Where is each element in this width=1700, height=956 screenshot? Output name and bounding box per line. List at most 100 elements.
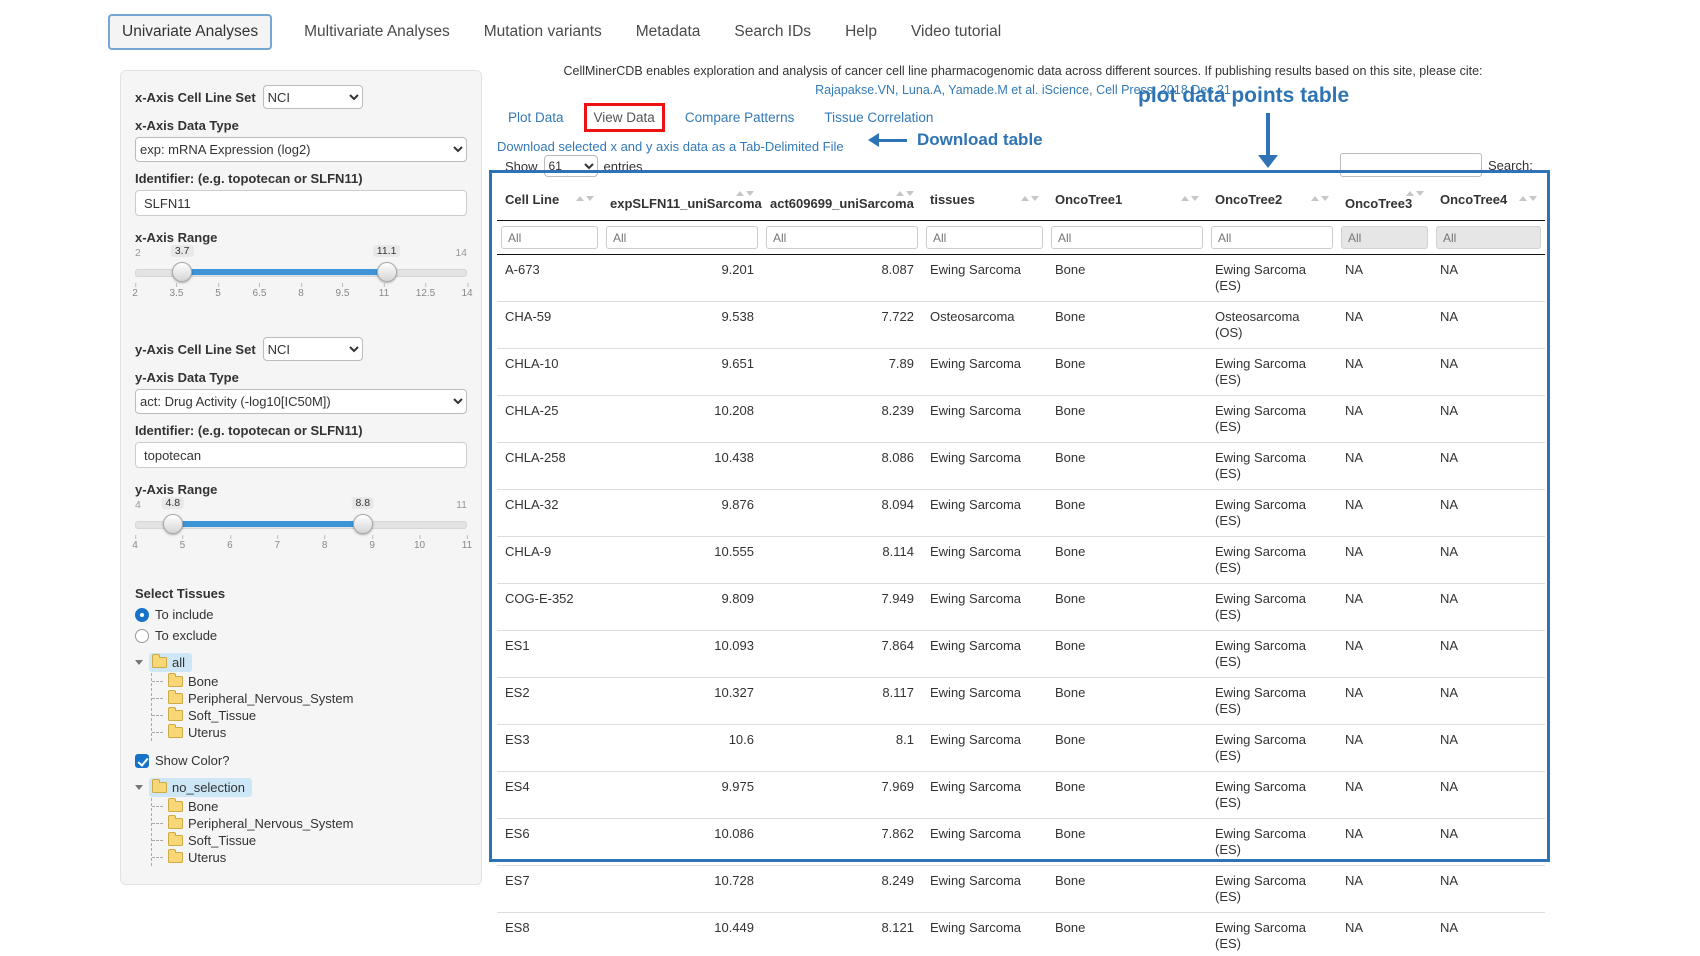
select-tissues-label: Select Tissues [135, 586, 467, 601]
slider-handle-high[interactable] [353, 514, 373, 534]
tree-node-soft-tissue[interactable]: Soft_Tissue [152, 832, 467, 849]
nav-tab-search-ids[interactable]: Search IDs [732, 15, 813, 49]
cell-oncotree1: Bone [1047, 913, 1207, 956]
column-filter-cell-line[interactable] [501, 226, 598, 249]
tree-node-uterus[interactable]: Uterus [152, 849, 467, 866]
cell-oncotree4: NA [1432, 537, 1545, 584]
column-header-oncotree4[interactable]: OncoTree4 [1432, 178, 1545, 221]
table-row[interactable]: ES310.68.1Ewing SarcomaBoneEwing Sarcoma… [497, 725, 1545, 772]
y-data-type-select[interactable]: act: Drug Activity (-log10[IC50M]) [135, 389, 467, 414]
table-row[interactable]: ES49.9757.969Ewing SarcomaBoneEwing Sarc… [497, 772, 1545, 819]
table-row[interactable]: A-6739.2018.087Ewing SarcomaBoneEwing Sa… [497, 255, 1545, 302]
x-identifier-input[interactable] [135, 190, 467, 216]
table-row[interactable]: CHLA-109.6517.89Ewing SarcomaBoneEwing S… [497, 349, 1545, 396]
slider-handle-low[interactable] [172, 262, 192, 282]
cell-oncotree1: Bone [1047, 772, 1207, 819]
tissue-exclude-radio[interactable]: To exclude [135, 628, 467, 643]
tree-node-soft-tissue[interactable]: Soft_Tissue [152, 707, 467, 724]
slider-handle-low[interactable] [163, 514, 183, 534]
tree-node-bone[interactable]: Bone [152, 798, 467, 815]
show-color-checkbox[interactable]: Show Color? [135, 753, 467, 768]
cell-oncotree4: NA [1432, 725, 1545, 772]
nav-tab-multivariate-analyses[interactable]: Multivariate Analyses [302, 15, 452, 49]
tab-compare-patterns[interactable]: Compare Patterns [685, 110, 795, 125]
entries-select[interactable]: 61 [544, 155, 598, 177]
table-row[interactable]: CHLA-329.8768.094Ewing SarcomaBoneEwing … [497, 490, 1545, 537]
folder-icon [168, 727, 183, 738]
cell-act609699-unisarcoma: 7.722 [762, 302, 922, 349]
tree-caret-icon[interactable] [135, 785, 143, 790]
column-header-expslfn11-unisarcoma[interactable]: expSLFN11_uniSarcoma [602, 178, 762, 221]
tissue-include-radio[interactable]: To include [135, 607, 467, 622]
nav-tab-metadata[interactable]: Metadata [634, 15, 703, 49]
table-row[interactable]: COG-E-3529.8097.949Ewing SarcomaBoneEwin… [497, 584, 1545, 631]
column-header-oncotree2[interactable]: OncoTree2 [1207, 178, 1337, 221]
column-header-act609699-unisarcoma[interactable]: act609699_uniSarcoma [762, 178, 922, 221]
cell-expslfn11-unisarcoma: 9.201 [602, 255, 762, 302]
page: Univariate Analyses Multivariate Analyses… [0, 0, 1700, 956]
citation-link[interactable]: Rajapakse.VN, Luna.A, Yamade.M et al. iS… [497, 83, 1549, 97]
slider-tick: 3.5 [170, 288, 184, 299]
cell-cell-line: ES2 [497, 678, 602, 725]
cell-expslfn11-unisarcoma: 10.086 [602, 819, 762, 866]
cell-oncotree4: NA [1432, 396, 1545, 443]
entries-label: entries [604, 159, 643, 174]
y-cell-line-set-select[interactable]: NCI [263, 337, 363, 361]
nav-tab-univariate-analyses[interactable]: Univariate Analyses [108, 14, 272, 50]
column-header-tissues[interactable]: tissues [922, 178, 1047, 221]
x-cell-line-set-select[interactable]: NCI [263, 85, 363, 109]
table-row[interactable]: ES210.3278.117Ewing SarcomaBoneEwing Sar… [497, 678, 1545, 725]
table-row[interactable]: ES610.0867.862Ewing SarcomaBoneEwing Sar… [497, 819, 1545, 866]
table-row[interactable]: ES810.4498.121Ewing SarcomaBoneEwing Sar… [497, 913, 1545, 956]
cell-act609699-unisarcoma: 8.117 [762, 678, 922, 725]
cell-oncotree2: Ewing Sarcoma (ES) [1207, 255, 1337, 302]
table-row[interactable]: CHA-599.5387.722OsteosarcomaBoneOsteosar… [497, 302, 1545, 349]
slider-max-label: 14 [455, 247, 467, 259]
tree-node-peripheral-nervous-system[interactable]: Peripheral_Nervous_System [152, 815, 467, 832]
cell-oncotree3: NA [1337, 443, 1432, 490]
sort-icon [1181, 196, 1199, 201]
tree-node-uterus[interactable]: Uterus [152, 724, 467, 741]
nav-tab-mutation-variants[interactable]: Mutation variants [482, 15, 604, 49]
tab-view-data[interactable]: View Data [594, 110, 655, 125]
tree-node-no-selection[interactable]: no_selection [135, 778, 467, 797]
tree-node-bone[interactable]: Bone [152, 673, 467, 690]
slider-selected-bar [182, 269, 387, 275]
column-filter-tissues[interactable] [926, 226, 1043, 249]
tree-caret-icon[interactable] [135, 660, 143, 665]
tab-tissue-correlation[interactable]: Tissue Correlation [824, 110, 933, 125]
table-row[interactable]: CHLA-25810.4388.086Ewing SarcomaBoneEwin… [497, 443, 1545, 490]
table-row[interactable]: ES710.7288.249Ewing SarcomaBoneEwing Sar… [497, 866, 1545, 913]
slider-handle-high[interactable] [377, 262, 397, 282]
cell-oncotree2: Ewing Sarcoma (ES) [1207, 396, 1337, 443]
table-row[interactable]: CHLA-910.5558.114Ewing SarcomaBoneEwing … [497, 537, 1545, 584]
cell-tissues: Ewing Sarcoma [922, 584, 1047, 631]
x-data-type-select[interactable]: exp: mRNA Expression (log2) [135, 137, 467, 162]
cell-act609699-unisarcoma: 8.114 [762, 537, 922, 584]
citation: CellMinerCDB enables exploration and ana… [497, 64, 1549, 97]
slider-tick: 11 [379, 288, 389, 299]
column-header-cell-line[interactable]: Cell Line [497, 178, 602, 221]
y-identifier-label: Identifier: (e.g. topotecan or SLFN11) [135, 423, 467, 438]
tree-node-all[interactable]: all [135, 653, 467, 672]
search-input[interactable] [1340, 153, 1482, 177]
table-row[interactable]: ES110.0937.864Ewing SarcomaBoneEwing Sar… [497, 631, 1545, 678]
cell-tissues: Ewing Sarcoma [922, 443, 1047, 490]
tree-node-label: Peripheral_Nervous_System [188, 816, 353, 831]
slider-from-value: 3.7 [171, 245, 194, 257]
nav-tab-help[interactable]: Help [843, 15, 879, 49]
download-link[interactable]: Download selected x and y axis data as a… [497, 139, 844, 154]
nav-tab-video-tutorial[interactable]: Video tutorial [909, 15, 1003, 49]
column-filter-oncotree2[interactable] [1211, 226, 1333, 249]
table-row[interactable]: CHLA-2510.2088.239Ewing SarcomaBoneEwing… [497, 396, 1545, 443]
slider-tick: 8 [298, 288, 304, 299]
tree-node-peripheral-nervous-system[interactable]: Peripheral_Nervous_System [152, 690, 467, 707]
column-header-oncotree1[interactable]: OncoTree1 [1047, 178, 1207, 221]
column-header-oncotree3[interactable]: OncoTree3 [1337, 178, 1432, 221]
column-filter-oncotree1[interactable] [1051, 226, 1203, 249]
column-filter-act609699-unisarcoma[interactable] [766, 226, 918, 249]
tab-plot-data[interactable]: Plot Data [508, 110, 564, 125]
column-filter-expslfn11-unisarcoma[interactable] [606, 226, 758, 249]
cell-cell-line: ES7 [497, 866, 602, 913]
y-identifier-input[interactable] [135, 442, 467, 468]
